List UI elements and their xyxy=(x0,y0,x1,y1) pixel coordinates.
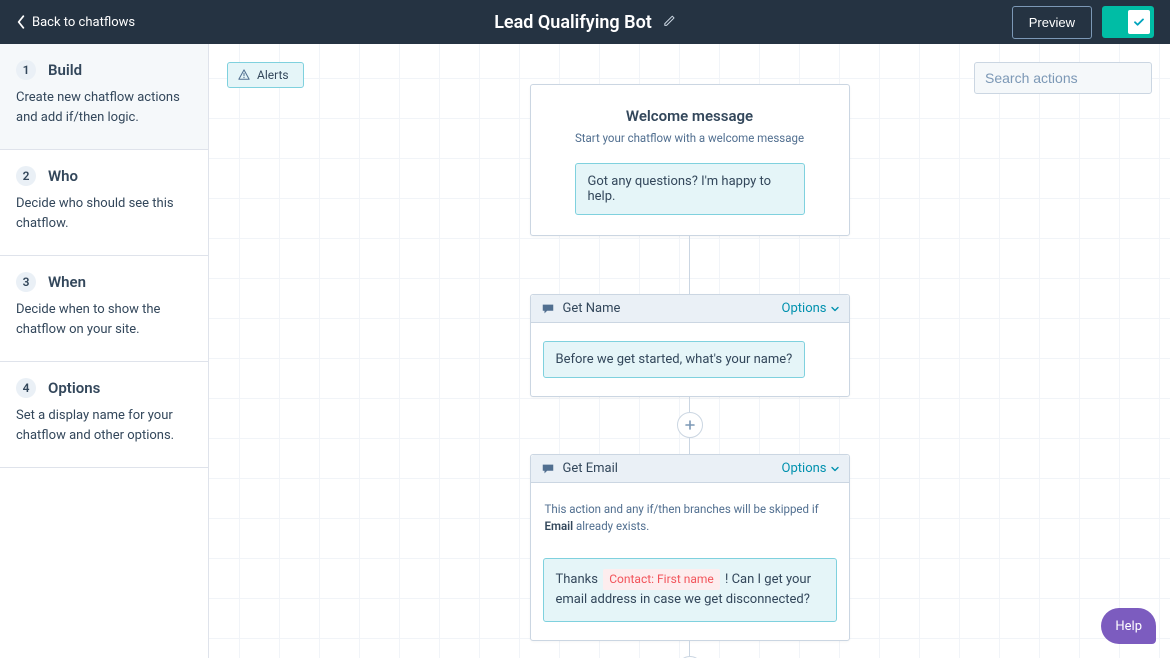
chat-icon xyxy=(541,462,555,476)
node-header: Get Name Options xyxy=(531,295,849,323)
back-label: Back to chatflows xyxy=(32,15,135,30)
caret-down-icon xyxy=(831,465,839,473)
contact-firstname-token: Contact: First name xyxy=(603,569,720,590)
sidebar-step-who[interactable]: 2 Who Decide who should see this chatflo… xyxy=(0,150,208,256)
get-name-node[interactable]: Get Name Options Before we get started, … xyxy=(530,294,850,397)
step-number: 4 xyxy=(16,378,36,398)
node-header: Get Email Options xyxy=(531,455,849,483)
get-email-node[interactable]: Get Email Options This action and any if… xyxy=(530,454,850,641)
skip-note-bold: Email xyxy=(545,519,574,533)
step-title: Build xyxy=(48,61,82,79)
sidebar-step-when[interactable]: 3 When Decide when to show the chatflow … xyxy=(0,256,208,362)
welcome-bubble: Got any questions? I'm happy to help. xyxy=(575,163,805,215)
step-desc: Create new chatflow actions and add if/t… xyxy=(16,88,192,127)
step-desc: Decide when to show the chatflow on your… xyxy=(16,300,192,339)
welcome-subtitle: Start your chatflow with a welcome messa… xyxy=(555,131,825,145)
step-title: When xyxy=(48,273,86,291)
publish-toggle-knob xyxy=(1128,10,1150,34)
header-actions: Preview xyxy=(1012,6,1154,39)
alerts-label: Alerts xyxy=(257,68,289,82)
get-name-bubble: Before we get started, what's your name? xyxy=(543,341,806,378)
search-input[interactable] xyxy=(985,70,1166,86)
options-label: Options xyxy=(782,301,827,316)
main-area: 1 Build Create new chatflow actions and … xyxy=(0,44,1170,658)
step-number: 2 xyxy=(16,166,36,186)
step-title: Who xyxy=(48,167,78,185)
step-number: 3 xyxy=(16,272,36,292)
node-options-link[interactable]: Options xyxy=(782,301,839,316)
step-desc: Decide who should see this chatflow. xyxy=(16,194,192,233)
pencil-icon xyxy=(662,14,676,28)
sidebar-step-build[interactable]: 1 Build Create new chatflow actions and … xyxy=(0,44,208,150)
alerts-button[interactable]: Alerts xyxy=(227,62,304,88)
welcome-node[interactable]: Welcome message Start your chatflow with… xyxy=(530,84,850,236)
connector-line xyxy=(689,438,690,454)
check-icon xyxy=(1133,16,1145,28)
edit-title-button[interactable] xyxy=(662,13,676,32)
canvas[interactable]: Alerts Welcome message Start your chatfl… xyxy=(209,44,1170,658)
get-email-bubble: Thanks Contact: First name ! Can I get y… xyxy=(543,558,837,623)
connector-line xyxy=(689,640,690,656)
options-label: Options xyxy=(782,461,827,476)
node-options-link[interactable]: Options xyxy=(782,461,839,476)
node-name: Get Name xyxy=(563,301,621,316)
sidebar-step-options[interactable]: 4 Options Set a display name for your ch… xyxy=(0,362,208,468)
connector-line xyxy=(689,236,690,294)
help-button[interactable]: Help xyxy=(1101,608,1156,644)
add-action-between xyxy=(677,396,703,454)
publish-toggle[interactable] xyxy=(1102,6,1154,38)
skip-note-post: already exists. xyxy=(573,519,649,533)
bubble-text-pre: Thanks xyxy=(556,572,602,587)
connector-line xyxy=(689,396,690,412)
chat-icon xyxy=(541,302,555,316)
flow-column: Welcome message Start your chatflow with… xyxy=(530,84,850,658)
help-label: Help xyxy=(1115,619,1142,634)
add-action-button[interactable] xyxy=(677,412,703,438)
caret-down-icon xyxy=(831,305,839,313)
skip-note: This action and any if/then branches wil… xyxy=(543,501,837,536)
skip-note-pre: This action and any if/then branches wil… xyxy=(545,502,819,516)
back-to-chatflows-link[interactable]: Back to chatflows xyxy=(16,15,135,30)
step-number: 1 xyxy=(16,60,36,80)
chevron-left-icon xyxy=(16,15,26,29)
welcome-title: Welcome message xyxy=(555,107,825,125)
search-actions-field[interactable] xyxy=(974,62,1152,94)
warning-icon xyxy=(238,69,250,81)
node-name: Get Email xyxy=(563,461,618,476)
step-desc: Set a display name for your chatflow and… xyxy=(16,406,192,445)
page-title: Lead Qualifying Bot xyxy=(494,12,652,33)
steps-sidebar: 1 Build Create new chatflow actions and … xyxy=(0,44,209,658)
top-bar: Back to chatflows Lead Qualifying Bot Pr… xyxy=(0,0,1170,44)
page-title-wrap: Lead Qualifying Bot xyxy=(494,12,676,33)
step-title: Options xyxy=(48,379,100,397)
add-action-end xyxy=(677,640,703,658)
preview-button[interactable]: Preview xyxy=(1012,6,1092,39)
plus-icon xyxy=(684,419,696,431)
